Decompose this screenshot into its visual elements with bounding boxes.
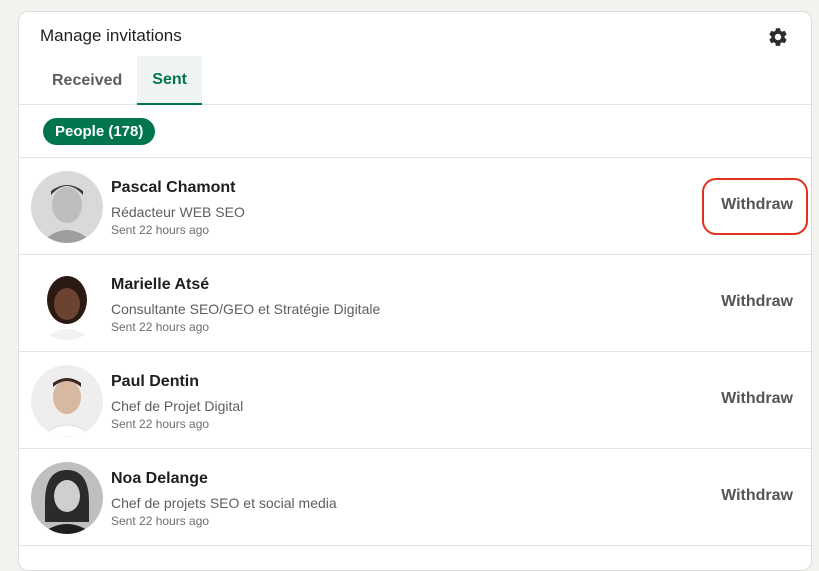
filter-row: People (178) bbox=[19, 105, 811, 158]
invitation-tabs: Received Sent bbox=[37, 56, 202, 105]
withdraw-button[interactable]: Withdraw bbox=[721, 390, 793, 408]
withdraw-button[interactable]: Withdraw bbox=[721, 293, 793, 311]
page-title: Manage invitations bbox=[40, 26, 182, 45]
invitation-row: Paul Dentin Chef de Projet Digital Sent … bbox=[19, 352, 811, 449]
invitations-card: Manage invitations Received Sent People … bbox=[18, 11, 812, 571]
sent-timestamp: Sent 22 hours ago bbox=[111, 320, 210, 334]
invitation-row: Noa Delange Chef de projets SEO et socia… bbox=[19, 449, 811, 546]
invitee-headline: Chef de projets SEO et social media bbox=[111, 495, 337, 511]
invitee-name[interactable]: Marielle Atsé bbox=[111, 276, 209, 294]
withdraw-button[interactable]: Withdraw bbox=[721, 196, 793, 214]
gear-icon[interactable] bbox=[767, 26, 789, 48]
invitation-row: Marielle Atsé Consultante SEO/GEO et Str… bbox=[19, 255, 811, 352]
tab-received[interactable]: Received bbox=[37, 56, 137, 105]
sent-timestamp: Sent 22 hours ago bbox=[111, 223, 210, 237]
invitation-row: Pascal Chamont Rédacteur WEB SEO Sent 22… bbox=[19, 158, 811, 255]
invitee-headline: Consultante SEO/GEO et Stratégie Digital… bbox=[111, 301, 381, 317]
avatar[interactable] bbox=[31, 365, 103, 437]
sent-timestamp: Sent 22 hours ago bbox=[111, 514, 210, 528]
tab-sent[interactable]: Sent bbox=[137, 56, 202, 105]
card-header: Manage invitations Received Sent bbox=[19, 12, 811, 105]
invitee-name[interactable]: Paul Dentin bbox=[111, 373, 199, 391]
invitee-headline: Chef de Projet Digital bbox=[111, 398, 244, 414]
avatar[interactable] bbox=[31, 462, 103, 534]
avatar[interactable] bbox=[31, 268, 103, 340]
avatar[interactable] bbox=[31, 171, 103, 243]
invitee-name[interactable]: Noa Delange bbox=[111, 470, 208, 488]
withdraw-button[interactable]: Withdraw bbox=[721, 487, 793, 505]
invitee-name[interactable]: Pascal Chamont bbox=[111, 179, 235, 197]
people-filter-pill[interactable]: People (178) bbox=[43, 118, 156, 145]
invitee-headline: Rédacteur WEB SEO bbox=[111, 204, 245, 220]
sent-timestamp: Sent 22 hours ago bbox=[111, 417, 210, 431]
